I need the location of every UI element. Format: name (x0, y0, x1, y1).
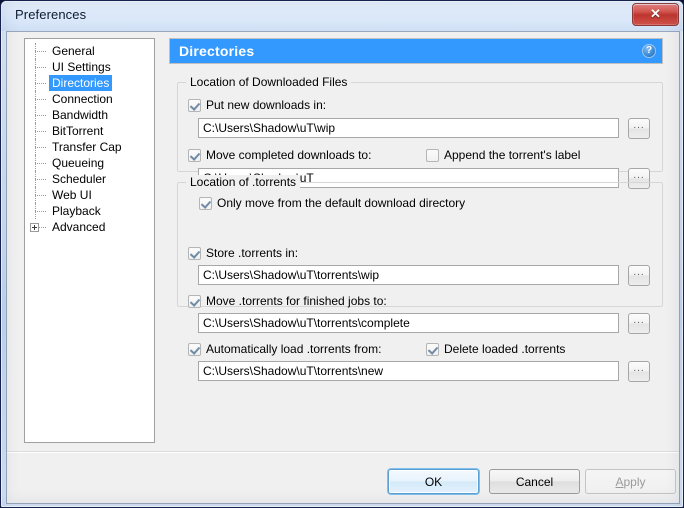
dialog-client-area: General UI Settings Directories Connecti… (6, 31, 680, 504)
tree-branch-line (35, 211, 46, 212)
sidebar-item-queueing[interactable]: Queueing (25, 155, 154, 171)
auto-load-checkbox[interactable] (188, 342, 201, 356)
tree-branch-line (35, 99, 46, 100)
move-completed-label: Move completed downloads to: (206, 148, 372, 162)
page-title: Directories (179, 43, 255, 59)
move-finished-label: Move .torrents for finished jobs to: (206, 294, 387, 308)
put-new-downloads-checkbox[interactable] (188, 98, 201, 112)
put-new-downloads-input[interactable] (198, 118, 619, 138)
group-legend: Location of .torrents (186, 175, 301, 189)
tree-branch-line (35, 179, 46, 180)
tree-branch-line (35, 115, 46, 116)
apply-button: Apply (585, 469, 676, 494)
group-legend: Location of Downloaded Files (186, 75, 352, 89)
sidebar-item-bittorrent[interactable]: BitTorrent (25, 123, 154, 139)
sidebar-item-connection[interactable]: Connection (25, 91, 154, 107)
page-header: Directories ? (169, 38, 663, 64)
auto-load-browse-button[interactable]: ... (628, 361, 650, 382)
sidebar-item-label: Scheduler (52, 172, 107, 186)
move-finished-checkbox[interactable] (188, 294, 201, 308)
put-new-downloads-browse-button[interactable]: ... (628, 118, 650, 139)
sidebar-item-label: General (52, 44, 95, 58)
sidebar-item-label: Queueing (52, 156, 105, 170)
sidebar-item-label: Connection (52, 92, 113, 106)
sidebar-item-transfer-cap[interactable]: Transfer Cap (25, 139, 154, 155)
put-new-downloads-row[interactable]: Put new downloads in: (188, 98, 326, 112)
tree-branch-line (35, 147, 46, 148)
close-icon: ✕ (650, 6, 661, 21)
sidebar-item-label: BitTorrent (52, 124, 104, 138)
auto-load-label: Automatically load .torrents from: (206, 342, 382, 356)
delete-loaded-checkbox[interactable] (426, 342, 439, 356)
tree-branch-line (35, 131, 46, 132)
move-finished-input[interactable] (198, 313, 619, 333)
sidebar-item-label: Advanced (52, 220, 106, 234)
title-bar: Preferences ✕ (1, 1, 683, 31)
sidebar-item-ui-settings[interactable]: UI Settings (25, 59, 154, 75)
store-torrents-input[interactable] (198, 265, 619, 285)
sidebar-item-label: Directories (49, 75, 113, 91)
cancel-button[interactable]: Cancel (489, 469, 580, 494)
help-icon[interactable]: ? (642, 44, 656, 58)
append-label-row[interactable]: Append the torrent's label (426, 148, 580, 162)
sidebar-item-label: Playback (52, 204, 101, 218)
sidebar-item-label: Transfer Cap (52, 140, 122, 154)
apply-label-rest: pply (623, 474, 646, 489)
put-new-downloads-label: Put new downloads in: (206, 98, 327, 112)
sidebar-item-label: UI Settings (52, 60, 111, 74)
sidebar-item-label: Web UI (52, 188, 92, 202)
sidebar-item-directories[interactable]: Directories (25, 75, 154, 91)
ok-button[interactable]: OK (388, 469, 479, 494)
sidebar-item-advanced[interactable]: Advanced (25, 219, 154, 235)
tree-branch-line (35, 51, 46, 52)
group-torrents-location: Location of .torrents (177, 175, 663, 307)
tree-branch-line (35, 195, 46, 196)
move-completed-checkbox[interactable] (188, 148, 201, 162)
expand-plus-icon[interactable] (30, 223, 39, 232)
apply-accel-letter: A (615, 474, 624, 489)
button-bar-separator (7, 451, 679, 453)
delete-loaded-label: Delete loaded .torrents (444, 342, 566, 356)
sidebar-item-scheduler[interactable]: Scheduler (25, 171, 154, 187)
sidebar-item-bandwidth[interactable]: Bandwidth (25, 107, 154, 123)
auto-load-input[interactable] (198, 361, 619, 381)
settings-category-tree[interactable]: General UI Settings Directories Connecti… (24, 38, 155, 443)
append-label-label: Append the torrent's label (444, 148, 581, 162)
move-finished-browse-button[interactable]: ... (628, 313, 650, 334)
tree-branch-line (35, 83, 46, 84)
sidebar-item-general[interactable]: General (25, 43, 154, 59)
settings-page: Directories ? Location of Downloaded Fil… (169, 38, 669, 443)
close-button[interactable]: ✕ (632, 3, 679, 26)
delete-loaded-row[interactable]: Delete loaded .torrents (426, 342, 565, 356)
move-completed-row[interactable]: Move completed downloads to: (188, 148, 371, 162)
auto-load-row[interactable]: Automatically load .torrents from: (188, 342, 381, 356)
move-finished-row[interactable]: Move .torrents for finished jobs to: (188, 294, 387, 308)
store-torrents-browse-button[interactable]: ... (628, 265, 650, 286)
store-torrents-checkbox[interactable] (188, 246, 201, 260)
window-title: Preferences (15, 7, 87, 22)
preferences-window: Preferences ✕ General UI Settings Direct… (0, 0, 684, 508)
sidebar-item-playback[interactable]: Playback (25, 203, 154, 219)
append-label-checkbox[interactable] (426, 148, 439, 162)
tree-branch-line (35, 163, 46, 164)
store-torrents-row[interactable]: Store .torrents in: (188, 246, 298, 260)
sidebar-item-label: Bandwidth (52, 108, 109, 122)
tree-branch-line (35, 67, 46, 68)
sidebar-item-web-ui[interactable]: Web UI (25, 187, 154, 203)
store-torrents-label: Store .torrents in: (206, 246, 299, 260)
